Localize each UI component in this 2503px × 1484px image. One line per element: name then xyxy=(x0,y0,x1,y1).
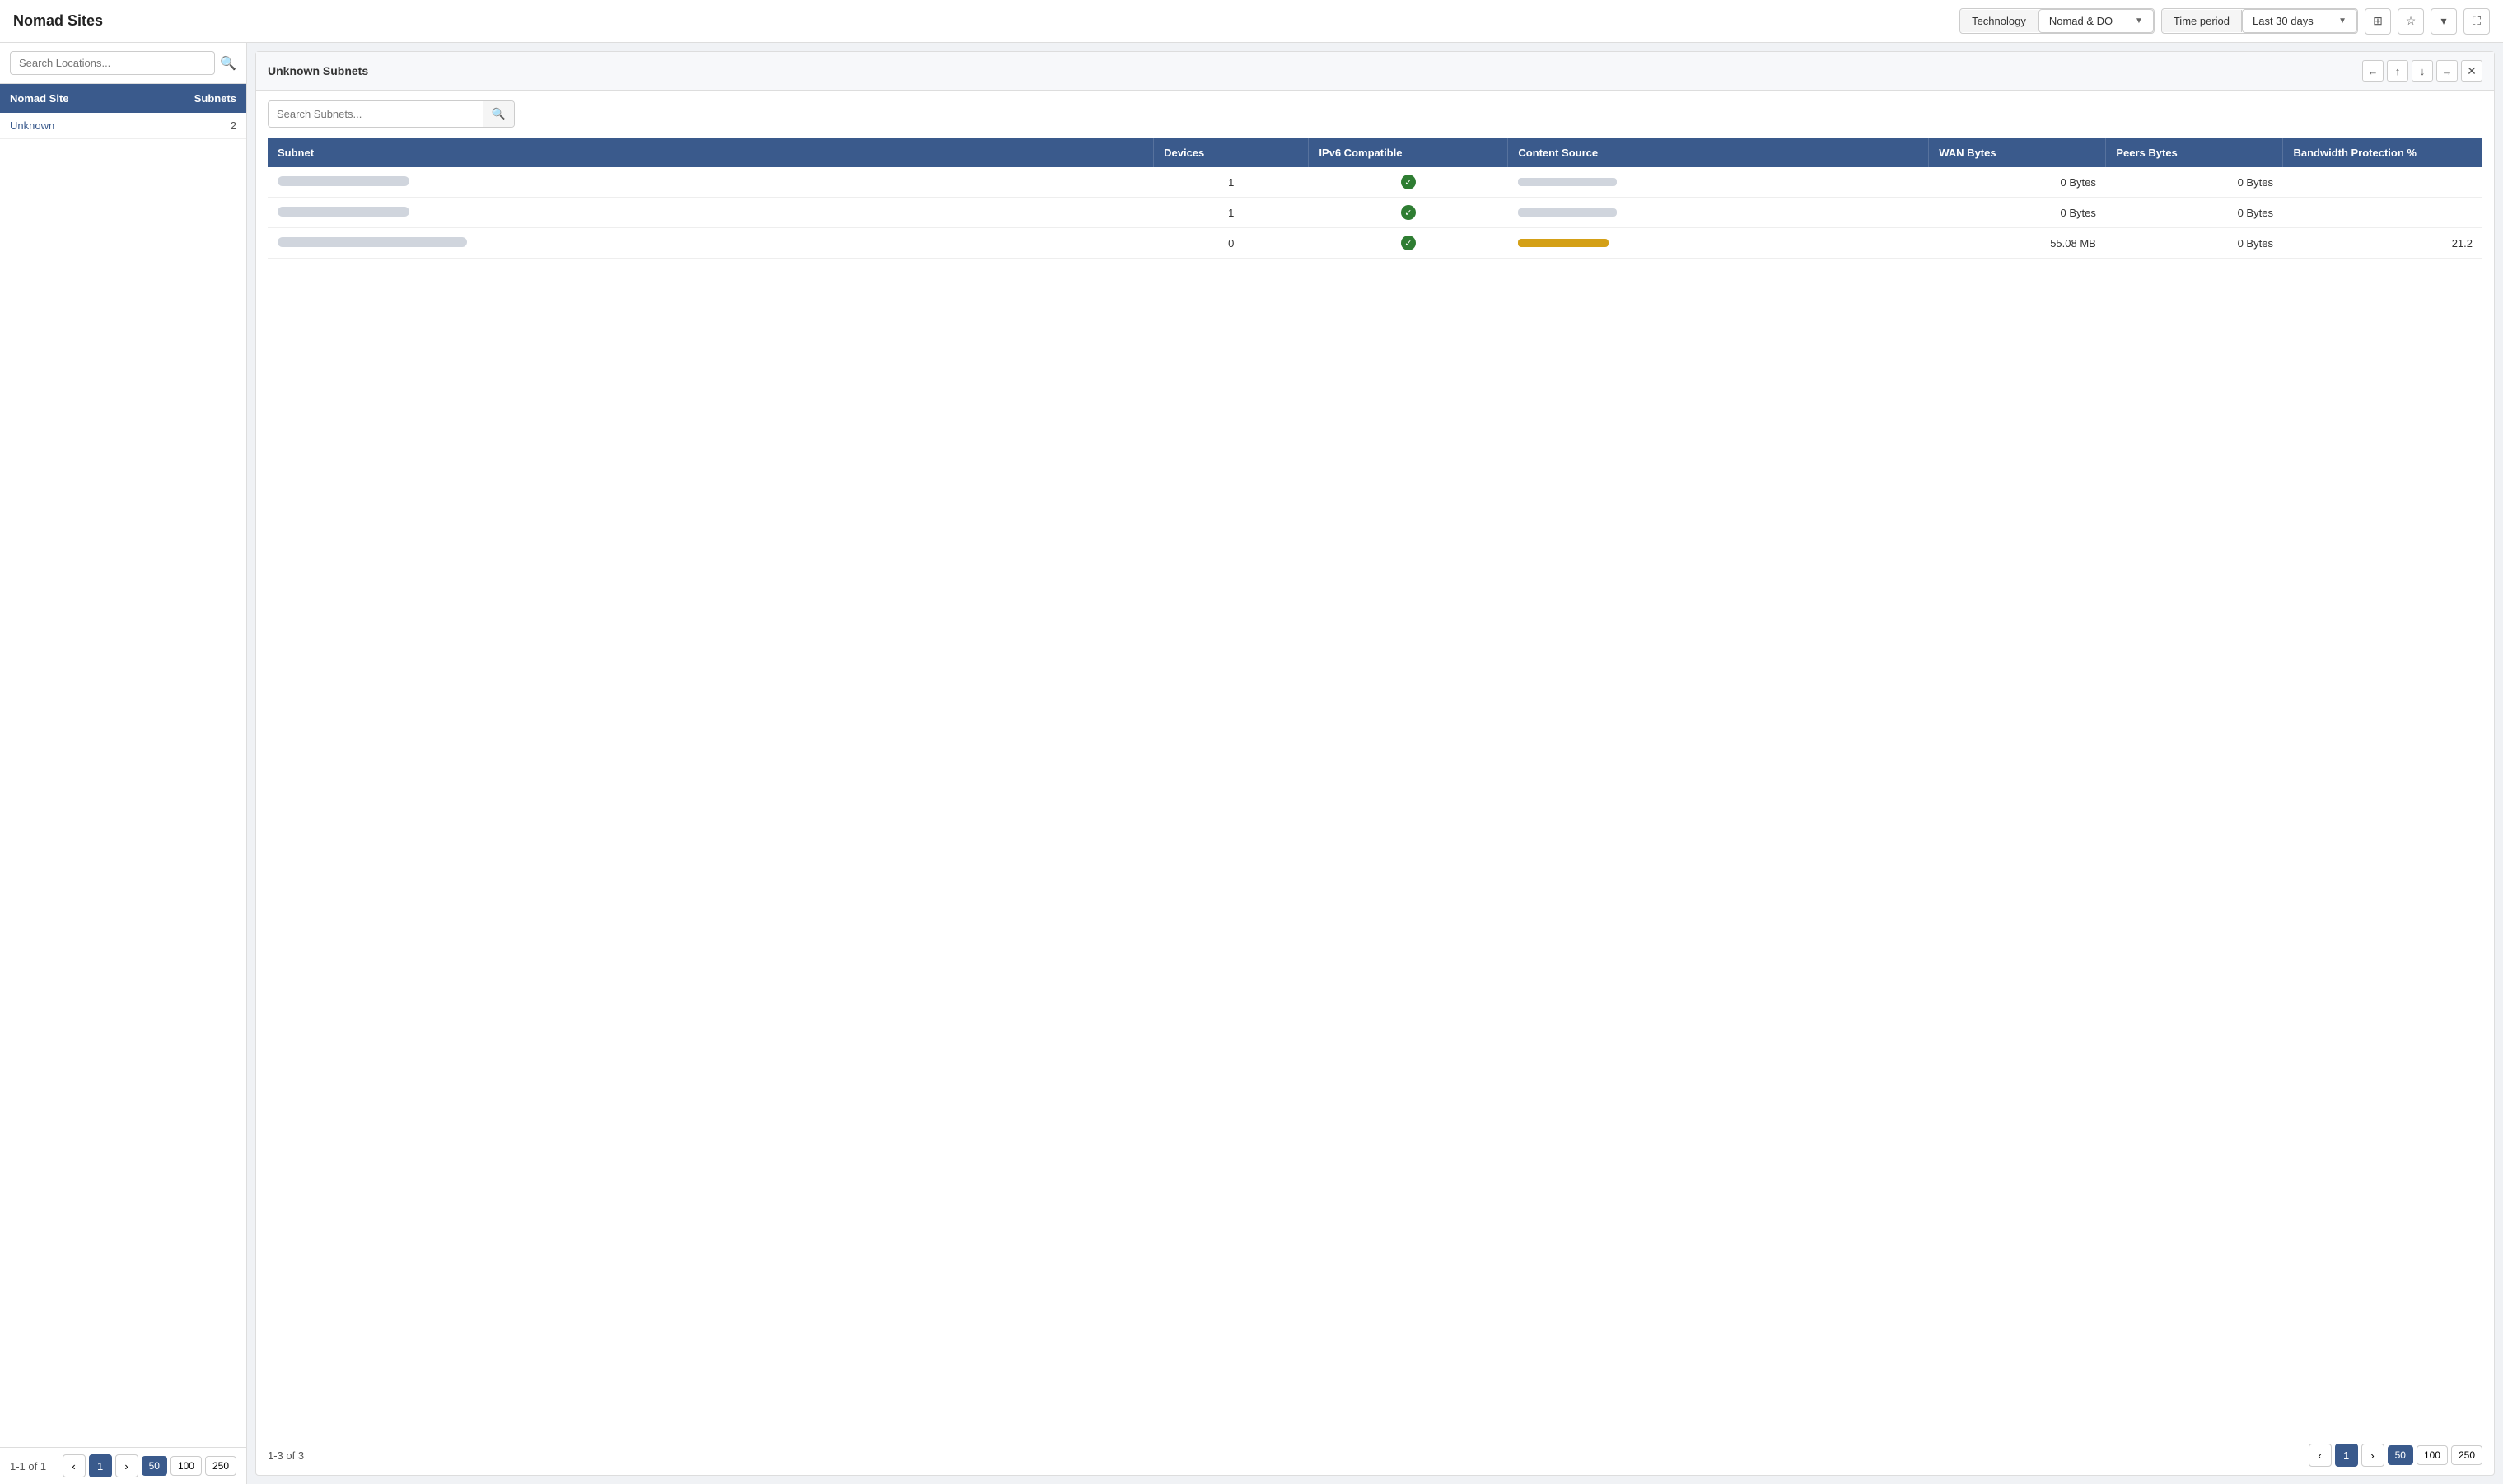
subnet-search-box: 🔍 xyxy=(268,100,515,128)
left-size-100-button[interactable]: 100 xyxy=(170,1456,202,1476)
panel-prev-button[interactable]: ‹ xyxy=(2309,1444,2332,1467)
wan-bytes-cell: 55.08 MB xyxy=(1929,228,2106,259)
fullscreen-button[interactable]: ⛶ xyxy=(2463,8,2490,35)
panel-nav-down-button[interactable]: ↓ xyxy=(2412,60,2433,82)
devices-cell: 1 xyxy=(1154,167,1309,198)
subnet-count: 2 xyxy=(170,119,236,132)
more-options-button[interactable]: ▾ xyxy=(2431,8,2457,35)
time-period-group: Time period Last 30 days ▼ xyxy=(2161,8,2358,34)
location-search-button[interactable]: 🔍 xyxy=(220,55,236,72)
left-panel: 🔍 Nomad Site Subnets Unknown 2 1-1 of 1 … xyxy=(0,43,247,1484)
check-icon: ✓ xyxy=(1401,175,1416,189)
content-bar xyxy=(1518,208,1617,217)
left-table-header: Nomad Site Subnets xyxy=(0,84,246,113)
peers-bytes-cell: 0 Bytes xyxy=(2106,228,2283,259)
location-search-box: 🔍 xyxy=(0,43,246,84)
panel-header: Unknown Subnets ← ↑ ↓ → ✕ xyxy=(256,52,2494,91)
site-name-cell: Unknown xyxy=(10,119,170,132)
panel-close-button[interactable]: ✕ xyxy=(2461,60,2482,82)
panel-page-info: 1-3 of 3 xyxy=(268,1449,304,1462)
subnet-search-input[interactable] xyxy=(269,102,483,126)
subnet-value xyxy=(278,237,467,247)
ipv6-cell: ✓ xyxy=(1309,228,1508,259)
panel-nav-left-button[interactable]: ← xyxy=(2362,60,2384,82)
left-prev-button[interactable]: ‹ xyxy=(63,1454,86,1477)
site-link[interactable]: Unknown xyxy=(10,119,54,132)
technology-label: Technology xyxy=(1960,10,2038,32)
bandwidth-pct-cell: 21.2 xyxy=(2283,228,2482,259)
th-wan-bytes: WAN Bytes xyxy=(1929,138,2106,167)
panel-nav-up-button[interactable]: ↑ xyxy=(2387,60,2408,82)
panel-size-50-button[interactable]: 50 xyxy=(2388,1445,2413,1465)
th-devices: Devices xyxy=(1154,138,1309,167)
check-icon: ✓ xyxy=(1401,236,1416,250)
content-bar xyxy=(1518,239,1609,247)
content-source-cell xyxy=(1508,198,1929,228)
panel-pagination: 1-3 of 3 ‹ 1 › 50 100 250 xyxy=(256,1435,2494,1475)
subnets-table: Subnet Devices IPv6 Compatible Content S… xyxy=(268,138,2482,259)
panel-search-area: 🔍 xyxy=(256,91,2494,138)
subnet-cell xyxy=(268,198,1154,228)
ipv6-cell: ✓ xyxy=(1309,167,1508,198)
panel-size-100-button[interactable]: 100 xyxy=(2417,1445,2448,1465)
subnet-cell xyxy=(268,228,1154,259)
table-row: 1 ✓ 0 Bytes0 Bytes xyxy=(268,167,2482,198)
panel-next-button[interactable]: › xyxy=(2361,1444,2384,1467)
technology-group: Technology Nomad & DO ▼ xyxy=(1959,8,2155,34)
th-subnet: Subnet xyxy=(268,138,1154,167)
left-table-body: Unknown 2 xyxy=(0,113,246,1447)
grid-view-button[interactable]: ⊞ xyxy=(2365,8,2391,35)
content-source-cell xyxy=(1508,228,1929,259)
col-nomad-site: Nomad Site xyxy=(0,84,180,113)
chevron-down-icon: ▼ xyxy=(2135,16,2143,26)
check-icon: ✓ xyxy=(1401,205,1416,220)
peers-bytes-cell: 0 Bytes xyxy=(2106,167,2283,198)
wan-bytes-cell: 0 Bytes xyxy=(1929,167,2106,198)
subnet-value xyxy=(278,176,409,186)
panel-table-wrap: Subnet Devices IPv6 Compatible Content S… xyxy=(256,138,2494,1435)
panel-page-1-button[interactable]: 1 xyxy=(2335,1444,2358,1467)
th-peers-bytes: Peers Bytes xyxy=(2106,138,2283,167)
devices-cell: 1 xyxy=(1154,198,1309,228)
th-bandwidth-pct: Bandwidth Protection % xyxy=(2283,138,2482,167)
left-size-50-button[interactable]: 50 xyxy=(142,1456,167,1476)
bandwidth-pct-cell xyxy=(2283,167,2482,198)
chevron-down-icon: ▼ xyxy=(2338,16,2347,26)
star-button[interactable]: ☆ xyxy=(2398,8,2424,35)
panel-nav-buttons: ← ↑ ↓ → xyxy=(2362,60,2458,82)
time-period-dropdown[interactable]: Last 30 days ▼ xyxy=(2242,9,2357,33)
devices-cell: 0 xyxy=(1154,228,1309,259)
location-search-input[interactable] xyxy=(10,51,215,75)
table-row: 0 ✓ 55.08 MB0 Bytes21.2 xyxy=(268,228,2482,259)
subnet-cell xyxy=(268,167,1154,198)
time-period-label: Time period xyxy=(2162,10,2242,32)
panel-size-250-button[interactable]: 250 xyxy=(2451,1445,2482,1465)
subnet-search-button[interactable]: 🔍 xyxy=(483,101,514,127)
peers-bytes-cell: 0 Bytes xyxy=(2106,198,2283,228)
wan-bytes-cell: 0 Bytes xyxy=(1929,198,2106,228)
subnet-value xyxy=(278,207,409,217)
ipv6-cell: ✓ xyxy=(1309,198,1508,228)
left-pagination: 1-1 of 1 ‹ 1 › 50 100 250 xyxy=(0,1447,246,1484)
col-subnets: Subnets xyxy=(180,84,246,113)
content-source-cell xyxy=(1508,167,1929,198)
left-next-button[interactable]: › xyxy=(115,1454,138,1477)
list-item: Unknown 2 xyxy=(0,113,246,139)
th-ipv6: IPv6 Compatible xyxy=(1309,138,1508,167)
content-bar xyxy=(1518,178,1617,186)
panel-nav-right-button[interactable]: → xyxy=(2436,60,2458,82)
right-panel: Unknown Subnets ← ↑ ↓ → ✕ 🔍 Subnet Devic… xyxy=(255,51,2495,1476)
panel-title: Unknown Subnets xyxy=(268,64,2362,77)
technology-dropdown[interactable]: Nomad & DO ▼ xyxy=(2038,9,2154,33)
page-title: Nomad Sites xyxy=(13,12,103,30)
left-page-info: 1-1 of 1 xyxy=(10,1460,46,1472)
th-content-source: Content Source xyxy=(1508,138,1929,167)
left-size-250-button[interactable]: 250 xyxy=(205,1456,236,1476)
table-row: 1 ✓ 0 Bytes0 Bytes xyxy=(268,198,2482,228)
bandwidth-pct-cell xyxy=(2283,198,2482,228)
left-page-1-button[interactable]: 1 xyxy=(89,1454,112,1477)
